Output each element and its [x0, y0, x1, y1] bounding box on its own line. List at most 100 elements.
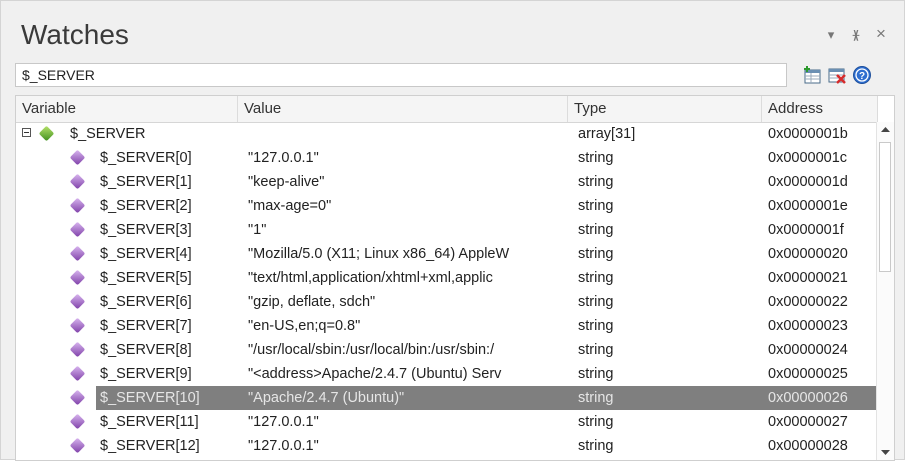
vertical-scrollbar[interactable] [876, 122, 894, 460]
variable-value: "1" [248, 222, 267, 238]
variable-value: "text/html,application/xhtml+xml,applic [248, 270, 493, 286]
tree-row[interactable]: $_SERVER[2] "max-age=0" string 0x0000001e [16, 194, 878, 218]
tree-row[interactable]: $_SERVER[4] "Mozilla/5.0 (X11; Linux x86_… [16, 242, 878, 266]
tree-row[interactable]: $_SERVER[7] "en-US,en;q=0.8" string 0x00000… [16, 314, 878, 338]
column-header-variable[interactable]: Variable [16, 96, 238, 122]
delete-watch-icon[interactable] [827, 65, 847, 85]
watch-expression-input[interactable] [15, 63, 787, 87]
panel-titlebar: Watches ▾ ᚕ × [1, 1, 904, 61]
variable-address: 0x0000001b [768, 126, 848, 142]
variable-type: string [578, 270, 614, 286]
tree-row[interactable]: $_SERVER[6] "gzip, deflate, sdch" string 0x… [16, 290, 878, 314]
scroll-up-icon[interactable] [877, 122, 894, 138]
variable-type: string [578, 342, 614, 358]
grid-rows: $_SERVER array[31] 0x0000001b $_SERVER[0… [16, 122, 878, 458]
variable-address: 0x00000020 [768, 246, 848, 262]
variable-name: $_SERVER[10] [100, 390, 200, 406]
variable-value: "127.0.0.1" [248, 414, 319, 430]
variable-name: $_SERVER[5] [100, 270, 192, 286]
tree-row-root[interactable]: $_SERVER array[31] 0x0000001b [16, 122, 878, 146]
help-icon[interactable]: ? [852, 65, 872, 85]
purple-gem-icon [69, 221, 86, 238]
purple-gem-icon [69, 365, 86, 382]
variable-name: $_SERVER[8] [100, 342, 192, 358]
variable-type: string [578, 294, 614, 310]
variable-type: string [578, 390, 614, 406]
variable-value: "/usr/local/sbin:/usr/local/bin:/usr/sbi… [248, 342, 495, 358]
grid-header: Variable Value Type Address [16, 96, 878, 123]
green-gem-icon [38, 125, 55, 142]
variable-value: "Apache/2.4.7 (Ubuntu)" [248, 390, 405, 406]
variable-address: 0x00000021 [768, 270, 848, 286]
variable-address: 0x00000025 [768, 366, 848, 382]
tree-row[interactable]: $_SERVER[10] "Apache/2.4.7 (Ubuntu)" strin… [16, 386, 878, 410]
variable-address: 0x0000001c [768, 150, 848, 166]
variable-address: 0x0000001f [768, 222, 844, 238]
purple-gem-icon [69, 437, 86, 454]
variable-name: $_SERVER[12] [100, 438, 200, 454]
tree-row[interactable]: $_SERVER[3] "1" string 0x0000001f [16, 218, 878, 242]
variable-type: string [578, 438, 614, 454]
variable-name: $_SERVER [70, 126, 146, 142]
variable-name: $_SERVER[0] [100, 150, 192, 166]
purple-gem-icon [69, 197, 86, 214]
variable-name: $_SERVER[7] [100, 318, 192, 334]
panel-title: Watches [21, 19, 129, 50]
variable-type: string [578, 174, 614, 190]
variable-value: "max-age=0" [248, 198, 332, 214]
variable-name: $_SERVER[1] [100, 174, 192, 190]
column-header-address[interactable]: Address [762, 96, 878, 122]
variable-address: 0x00000026 [768, 390, 848, 406]
purple-gem-icon [69, 269, 86, 286]
variable-type: string [578, 318, 614, 334]
tree-row[interactable]: $_SERVER[1] "keep-alive" string 0x0000001d [16, 170, 878, 194]
variable-value [248, 122, 568, 146]
scrollbar-thumb[interactable] [879, 142, 891, 272]
variable-name: $_SERVER[11] [100, 414, 199, 430]
variable-value: "en-US,en;q=0.8" [248, 318, 361, 334]
variable-address: 0x00000028 [768, 438, 848, 454]
watches-panel: Watches ▾ ᚕ × ? Variable [0, 0, 905, 461]
expression-bar: ? [1, 61, 904, 91]
variable-name: $_SERVER[6] [100, 294, 192, 310]
purple-gem-icon [69, 173, 86, 190]
variable-address: 0x00000023 [768, 318, 848, 334]
variable-address: 0x0000001d [768, 174, 848, 190]
variable-name: $_SERVER[4] [100, 246, 192, 262]
variable-name: $_SERVER[3] [100, 222, 192, 238]
tree-row[interactable]: $_SERVER[11] "127.0.0.1" string 0x00000027 [16, 410, 878, 434]
variable-value: "<address>Apache/2.4.7 (Ubuntu) Serv [248, 366, 502, 382]
watch-grid: Variable Value Type Address $_SERVER arr… [15, 95, 895, 461]
column-header-value[interactable]: Value [238, 96, 568, 122]
close-icon[interactable]: × [873, 24, 889, 44]
panel-menu-icon[interactable]: ▾ [823, 27, 839, 43]
purple-gem-icon [69, 317, 86, 334]
variable-type: array[31] [578, 126, 636, 142]
variable-type: string [578, 414, 614, 430]
purple-gem-icon [69, 149, 86, 166]
add-watch-icon[interactable] [803, 65, 823, 85]
variable-address: 0x00000024 [768, 342, 848, 358]
purple-gem-icon [69, 413, 86, 430]
variable-name: $_SERVER[9] [100, 366, 192, 382]
purple-gem-icon [69, 293, 86, 310]
variable-value: "Mozilla/5.0 (X11; Linux x86_64) AppleW [248, 246, 510, 262]
variable-type: string [578, 150, 614, 166]
purple-gem-icon [69, 245, 86, 262]
variable-address: 0x0000001e [768, 198, 848, 214]
pin-icon[interactable]: ᚕ [848, 27, 864, 43]
tree-row[interactable]: $_SERVER[8] "/usr/local/sbin:/usr/local/b… [16, 338, 878, 362]
variable-type: string [578, 198, 614, 214]
purple-gem-icon [69, 341, 86, 358]
tree-row[interactable]: $_SERVER[0] "127.0.0.1" string 0x0000001c [16, 146, 878, 170]
tree-row[interactable]: $_SERVER[5] "text/html,application/xhtml+… [16, 266, 878, 290]
variable-address: 0x00000022 [768, 294, 848, 310]
tree-row[interactable]: $_SERVER[9] "<address>Apache/2.4.7 (Ubunt… [16, 362, 878, 386]
column-header-type[interactable]: Type [568, 96, 762, 122]
collapse-toggle-icon[interactable] [22, 128, 31, 137]
variable-type: string [578, 222, 614, 238]
variable-value: "keep-alive" [248, 174, 325, 190]
scroll-down-icon[interactable] [877, 444, 894, 460]
variable-type: string [578, 366, 614, 382]
tree-row[interactable]: $_SERVER[12] "127.0.0.1" string 0x00000028 [16, 434, 878, 458]
